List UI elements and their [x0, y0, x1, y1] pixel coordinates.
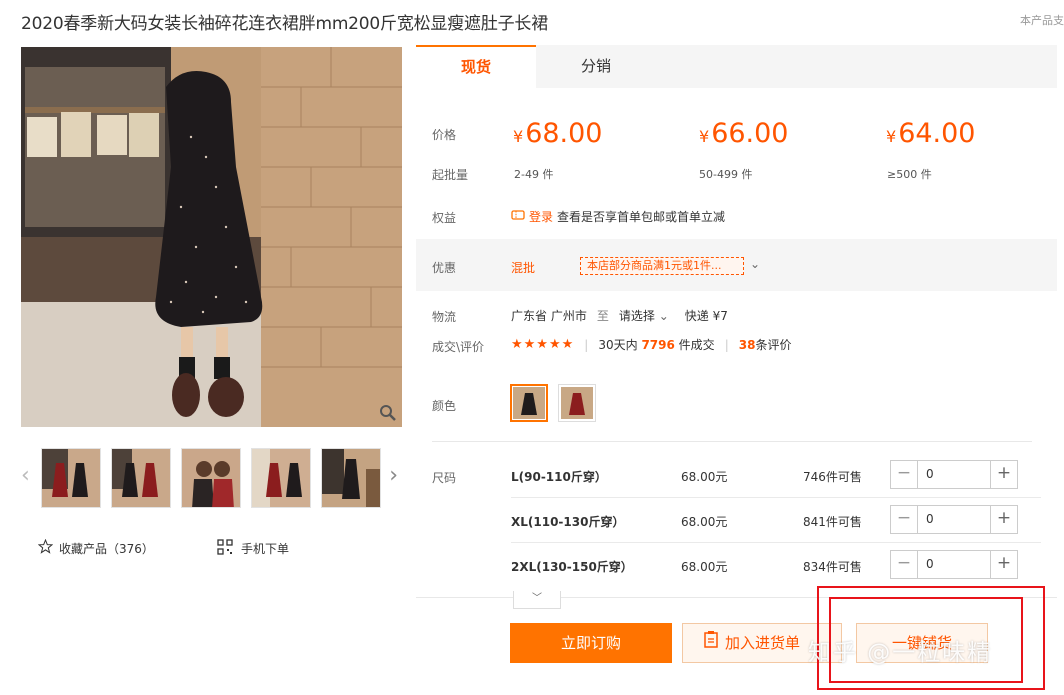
size-row: XL(110-130斤穿） 68.00元 841件可售 − 0 + [416, 498, 1057, 543]
size-name: L(90-110斤穿） [511, 470, 607, 484]
color-swatch-black[interactable] [510, 384, 548, 422]
promo-label: 优惠 [432, 261, 457, 275]
price-tier-1: ¥68.00 [513, 118, 603, 149]
size-stock: 746件可售 [803, 470, 862, 484]
divider: | [584, 337, 589, 352]
rating-stars-icon: ★★★★★ [511, 337, 575, 352]
thumbnail-3[interactable] [181, 448, 241, 508]
plus-button[interactable]: + [990, 551, 1017, 578]
express-fee: 快递 ¥7 [684, 309, 728, 323]
destination-select[interactable]: 请选择 ⌄ [619, 307, 669, 324]
review-count[interactable]: 38条评价 [739, 336, 792, 353]
minus-button[interactable]: − [891, 506, 918, 533]
logistics-origin: 广东省 广州市 [511, 309, 587, 323]
section-divider [432, 441, 1032, 442]
size-row: L(90-110斤穿） 68.00元 746件可售 − 0 + [416, 453, 1057, 498]
plus-button[interactable]: + [990, 461, 1017, 488]
logistics-label: 物流 [432, 310, 457, 324]
star-outline-icon [37, 538, 54, 557]
support-note: 本产品支 [1020, 14, 1064, 27]
quantity-stepper: − 0 + [890, 550, 1018, 579]
qr-code-icon [217, 539, 233, 558]
qty-tier-1: 2-49 件 [514, 168, 554, 181]
logistics-to: 至 [596, 309, 609, 323]
quantity-input[interactable]: 0 [918, 551, 990, 578]
login-link[interactable]: 登录 [529, 208, 553, 225]
chevron-down-icon: ﹀ [532, 593, 542, 604]
rights-label: 权益 [432, 211, 457, 225]
promo-tag[interactable]: 本店部分商品满1元或1件... [580, 257, 744, 275]
logistics-info: 广东省 广州市 至 请选择 ⌄ 快递 ¥7 [511, 307, 728, 324]
thumbnail-5[interactable] [321, 448, 381, 508]
collect-product-button[interactable]: 收藏产品（376） [37, 538, 154, 557]
thumbnail-strip: ‹ › [21, 447, 402, 509]
product-title: 2020春季新大码女装长袖碎花连衣裙胖mm200斤宽松显瘦遮肚子长裙 [21, 14, 549, 34]
chevron-down-icon: ⌄ [658, 309, 669, 323]
rights-description: 查看是否享首单包邮或首单立减 [557, 210, 726, 224]
size-stock: 841件可售 [803, 515, 862, 529]
tab-distribution[interactable]: 分销 [536, 45, 656, 88]
promotion-row: 优惠 混批 本店部分商品满1元或1件... ⌄ [416, 239, 1057, 291]
plus-button[interactable]: + [990, 506, 1017, 533]
minus-button[interactable]: − [891, 551, 918, 578]
tab-bar: 现货 分销 [416, 45, 1057, 88]
rights-text: 登录 查看是否享首单包邮或首单立减 [511, 208, 725, 225]
deal-count: 30天内 7796 件成交 [598, 338, 715, 352]
quantity-stepper: − 0 + [890, 460, 1018, 489]
chevron-down-icon[interactable]: ⌄ [750, 257, 760, 271]
clipboard-icon [703, 624, 719, 662]
color-label: 颜色 [432, 399, 457, 413]
tab-in-stock[interactable]: 现货 [416, 45, 536, 88]
deals-label: 成交\评价 [432, 340, 485, 354]
expand-sizes-button[interactable]: ﹀ [513, 591, 561, 609]
quantity-stepper: − 0 + [890, 505, 1018, 534]
promo-type: 混批 [511, 261, 536, 275]
chevron-right-icon[interactable]: › [389, 465, 398, 487]
quantity-input[interactable]: 0 [918, 461, 990, 488]
qty-tier-3: ≥500 件 [887, 168, 932, 181]
size-stock: 834件可售 [803, 560, 862, 574]
price-block: 价格 起批量 ¥68.00 2-49 件 ¥66.00 50-499 件 ¥64… [416, 88, 1057, 238]
size-row: 2XL(130-150斤穿） 68.00元 834件可售 − 0 + [416, 543, 1057, 588]
size-price: 68.00元 [681, 470, 728, 484]
color-swatch-red[interactable] [558, 384, 596, 422]
chevron-left-icon[interactable]: ‹ [21, 465, 30, 487]
minus-button[interactable]: − [891, 461, 918, 488]
size-price: 68.00元 [681, 515, 728, 529]
watermark: 知乎 @一粒味精 [808, 640, 993, 666]
main-product-image[interactable] [21, 47, 402, 427]
quantity-input[interactable]: 0 [918, 506, 990, 533]
coupon-icon [511, 209, 525, 224]
qty-tier-2: 50-499 件 [699, 168, 753, 181]
size-name: 2XL(130-150斤穿） [511, 560, 633, 574]
deals-info: ★★★★★ | 30天内 7796 件成交 | 38条评价 [511, 336, 791, 353]
qty-label: 起批量 [432, 168, 469, 182]
collect-label: 收藏产品（376） [59, 541, 154, 556]
add-to-cart-label: 加入进货单 [725, 634, 801, 652]
price-tier-3: ¥64.00 [886, 118, 976, 149]
mobile-order-button[interactable]: 手机下单 [217, 539, 289, 558]
size-price: 68.00元 [681, 560, 728, 574]
thumbnail-4[interactable] [251, 448, 311, 508]
price-tier-2: ¥66.00 [699, 118, 789, 149]
mobile-order-label: 手机下单 [241, 542, 290, 556]
thumbnail-2[interactable] [111, 448, 171, 508]
thumbnail-1[interactable] [41, 448, 101, 508]
size-name: XL(110-130斤穿） [511, 515, 625, 529]
price-label: 价格 [432, 128, 457, 142]
order-now-button[interactable]: 立即订购 [510, 623, 672, 663]
divider: | [724, 337, 729, 352]
zoom-icon[interactable] [378, 403, 398, 423]
